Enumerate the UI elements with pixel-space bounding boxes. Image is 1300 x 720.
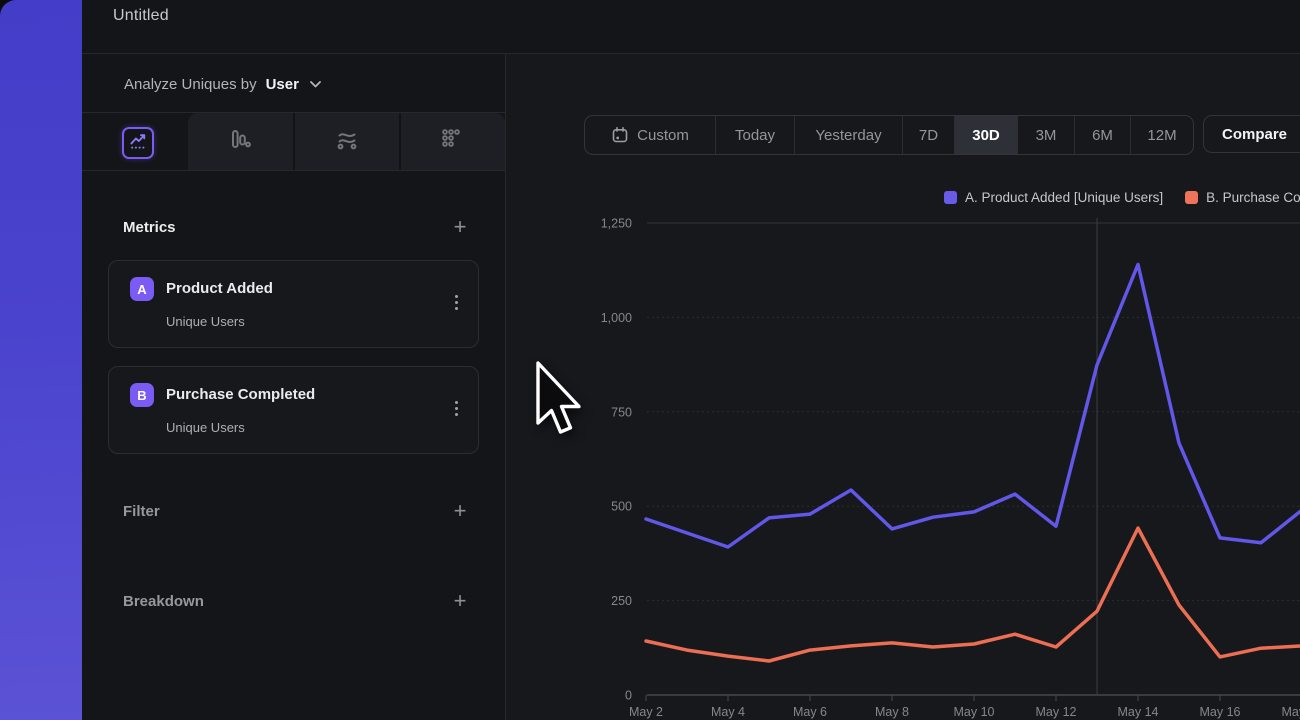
metric-name: Product Added bbox=[166, 280, 273, 297]
sidebar-main-divider bbox=[505, 53, 506, 720]
analyze-by-dropdown[interactable]: Analyze Uniques by User bbox=[124, 70, 321, 98]
breakdown-title: Breakdown bbox=[123, 593, 204, 610]
range-custom[interactable]: Custom bbox=[585, 116, 715, 154]
calendar-icon bbox=[611, 126, 629, 144]
dots-grid-icon bbox=[439, 127, 463, 156]
legend-swatch bbox=[1185, 191, 1198, 204]
range-yesterday[interactable]: Yesterday bbox=[794, 116, 902, 154]
metric-card-list: A Product Added Unique Users B Purchase Comp… bbox=[108, 260, 479, 472]
analyze-by-value[interactable]: User bbox=[266, 76, 299, 93]
tabs-divider bbox=[82, 170, 505, 171]
breakdown-section-header: Breakdown bbox=[123, 588, 470, 614]
range-12m[interactable]: 12M bbox=[1130, 116, 1193, 154]
legend-item[interactable]: B. Purchase Completed [Unique Users] bbox=[1185, 190, 1300, 205]
metric-badge: B bbox=[130, 383, 154, 407]
metric-card-a[interactable]: A Product Added Unique Users bbox=[108, 260, 479, 348]
metrics-title: Metrics bbox=[123, 219, 176, 236]
legend-label: A. Product Added [Unique Users] bbox=[965, 190, 1163, 205]
range-label: 30D bbox=[972, 127, 1000, 144]
analytics-app: Untitled Analyze Uniques by User bbox=[0, 0, 1300, 720]
filter-title: Filter bbox=[123, 503, 160, 520]
header-divider bbox=[82, 53, 1300, 54]
metric-measure[interactable]: Unique Users bbox=[166, 314, 245, 329]
legend-label: B. Purchase Completed [Unique Users] bbox=[1206, 190, 1300, 205]
header-bar bbox=[82, 0, 1300, 53]
add-breakdown-button[interactable] bbox=[450, 591, 470, 611]
range-3m[interactable]: 3M bbox=[1017, 116, 1074, 154]
range-today[interactable]: Today bbox=[715, 116, 794, 154]
compare-label: Compare bbox=[1222, 126, 1287, 143]
metrics-section-header: Metrics bbox=[123, 214, 470, 240]
metric-name: Purchase Completed bbox=[166, 386, 315, 403]
metric-card-b[interactable]: B Purchase Completed Unique Users bbox=[108, 366, 479, 454]
accent-gradient-strip bbox=[0, 0, 82, 720]
range-7d[interactable]: 7D bbox=[902, 116, 954, 154]
mouse-cursor bbox=[535, 361, 587, 441]
compare-button[interactable]: Compare bbox=[1203, 115, 1300, 153]
kebab-menu-icon[interactable] bbox=[455, 301, 458, 304]
analyze-by-label: Analyze Uniques by bbox=[124, 76, 257, 93]
legend-item[interactable]: A. Product Added [Unique Users] bbox=[944, 190, 1163, 205]
report-title[interactable]: Untitled bbox=[113, 7, 169, 25]
range-label: Yesterday bbox=[815, 127, 881, 144]
add-metric-button[interactable] bbox=[450, 217, 470, 237]
kebab-menu-icon[interactable] bbox=[455, 407, 458, 410]
metric-measure[interactable]: Unique Users bbox=[166, 420, 245, 435]
legend-swatch bbox=[944, 191, 957, 204]
add-filter-button[interactable] bbox=[450, 501, 470, 521]
tab-separator bbox=[399, 113, 401, 170]
range-label: Custom bbox=[637, 127, 689, 144]
tab-line-chart[interactable] bbox=[122, 127, 154, 159]
tab-bar-chart[interactable] bbox=[226, 127, 254, 155]
line-chart-icon bbox=[128, 131, 148, 156]
chart-legend: A. Product Added [Unique Users] B. Purcha… bbox=[944, 190, 1300, 205]
range-label: 3M bbox=[1036, 127, 1057, 144]
range-label: 7D bbox=[919, 127, 938, 144]
range-label: 12M bbox=[1147, 127, 1176, 144]
tab-separator bbox=[293, 113, 295, 170]
tab-flow[interactable] bbox=[333, 127, 361, 155]
range-label: 6M bbox=[1092, 127, 1113, 144]
range-label: Today bbox=[735, 127, 775, 144]
metric-badge: A bbox=[130, 277, 154, 301]
tab-retention-grid[interactable] bbox=[437, 127, 465, 155]
chevron-down-icon bbox=[310, 75, 321, 93]
date-range-selector: Custom Today Yesterday 7D 30D 3M 6M 12M bbox=[584, 115, 1194, 155]
bar-chart-icon bbox=[228, 127, 252, 156]
range-30d[interactable]: 30D bbox=[954, 116, 1017, 154]
filter-section-header: Filter bbox=[123, 498, 470, 524]
flow-icon bbox=[335, 127, 359, 156]
range-6m[interactable]: 6M bbox=[1074, 116, 1130, 154]
